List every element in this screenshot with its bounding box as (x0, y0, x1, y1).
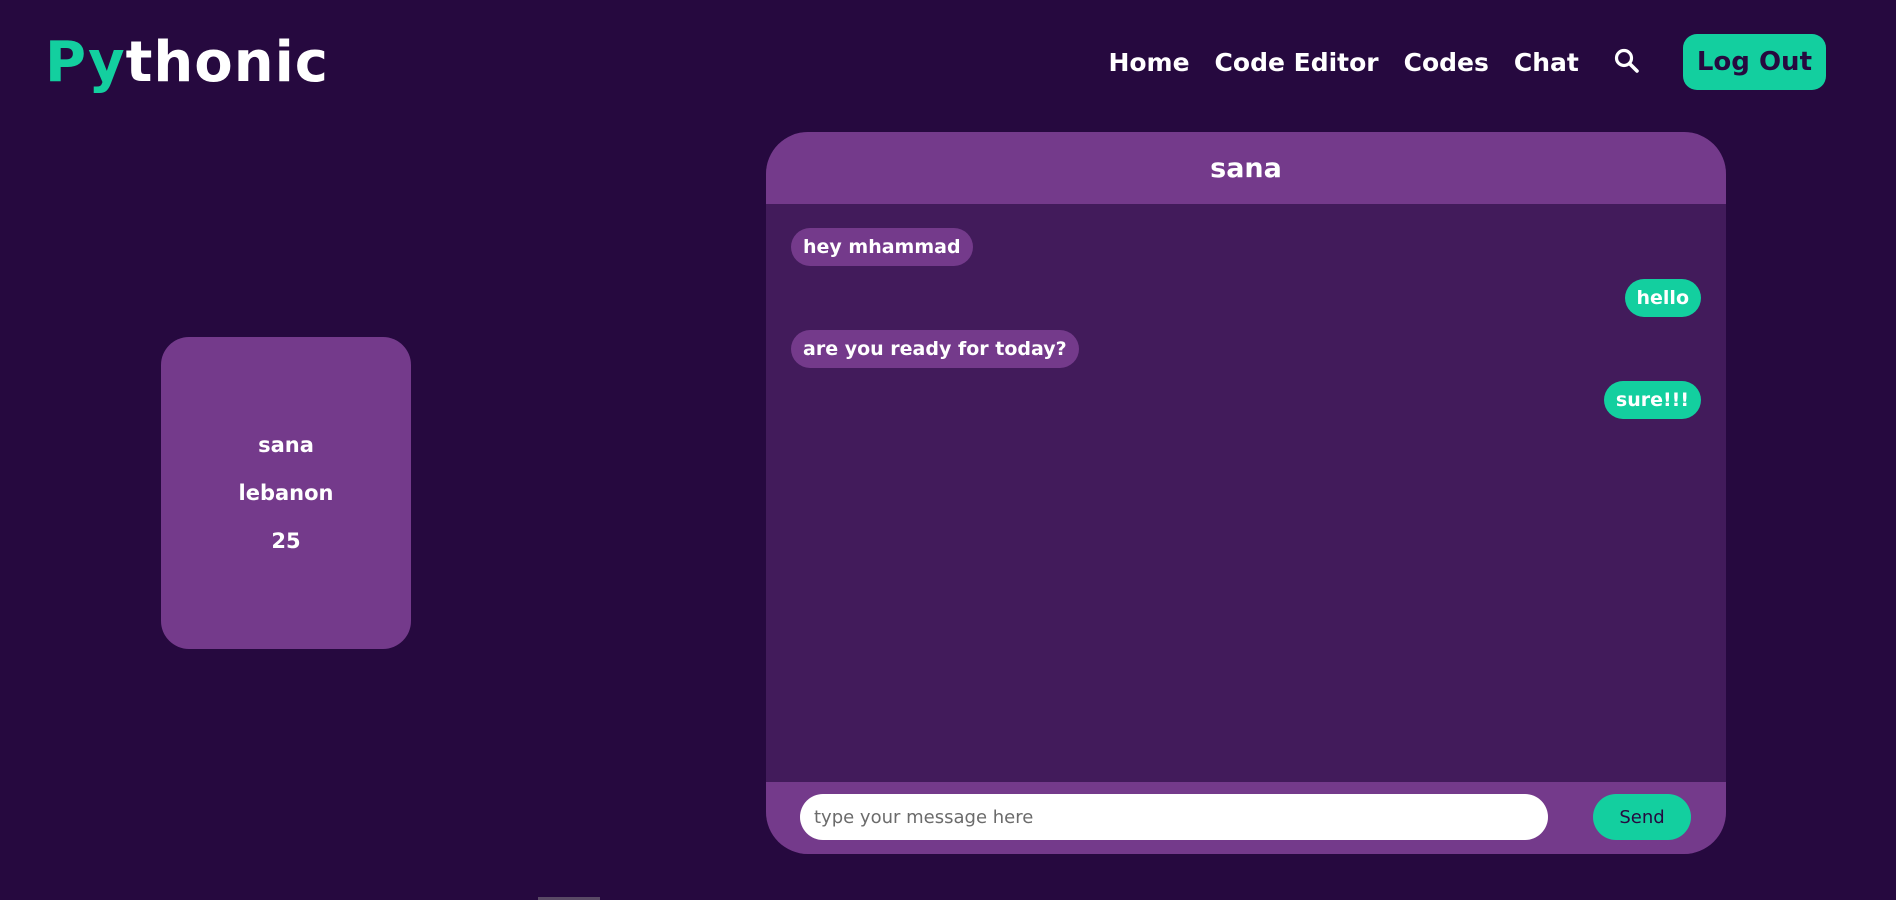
app-logo[interactable]: Pythonic (45, 30, 329, 96)
send-button[interactable]: Send (1593, 794, 1691, 840)
nav-link-codes[interactable]: Codes (1404, 48, 1489, 77)
nav-link-chat[interactable]: Chat (1514, 48, 1579, 77)
search-icon (1614, 48, 1639, 73)
search-button[interactable] (1613, 47, 1643, 77)
message-input[interactable] (800, 794, 1548, 840)
logo-text: thonic (125, 30, 329, 95)
received-message-bubble: are you ready for today? (791, 330, 1079, 368)
profile-name: sana (258, 433, 314, 457)
message-row: hello (791, 279, 1701, 317)
nav-link-home[interactable]: Home (1108, 48, 1189, 77)
logout-button[interactable]: Log Out (1682, 34, 1826, 90)
sent-message-bubble: sure!!! (1603, 381, 1701, 419)
top-nav: Home Code Editor Codes Chat Log Out (1083, 34, 1826, 90)
message-row: are you ready for today? (791, 330, 1701, 368)
chat-contact-name: sana (1210, 152, 1282, 184)
chat-composer: Send (766, 782, 1726, 854)
nav-link-code-editor[interactable]: Code Editor (1215, 48, 1379, 77)
profile-age: 25 (271, 529, 301, 553)
received-message-bubble: hey mhammad (791, 228, 973, 266)
message-row: sure!!! (791, 381, 1701, 419)
message-row: hey mhammad (791, 228, 1701, 266)
chat-header: sana (766, 132, 1726, 204)
profile-country: lebanon (238, 481, 334, 505)
sent-message-bubble: hello (1624, 279, 1701, 317)
profile-card: sana lebanon 25 (161, 337, 411, 649)
message-list[interactable]: hey mhammad hello are you ready for toda… (766, 204, 1726, 419)
chat-window: sana hey mhammad hello are you ready for… (766, 132, 1726, 854)
logo-accent-text: Py (45, 30, 126, 95)
